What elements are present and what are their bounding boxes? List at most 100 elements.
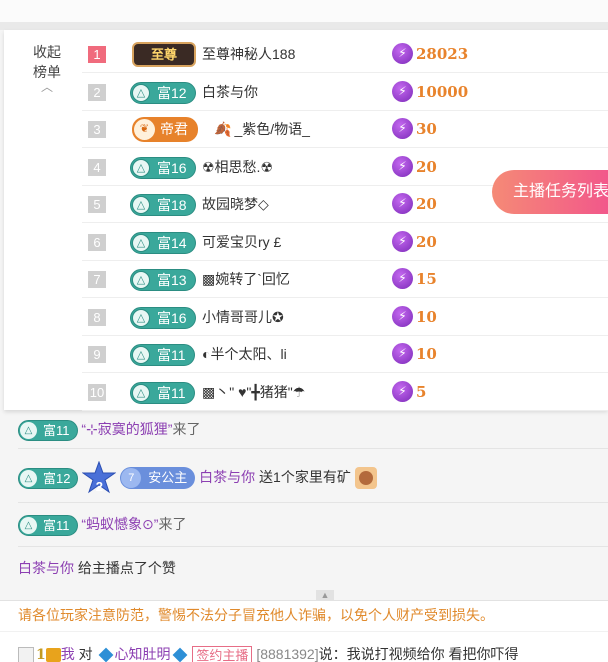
- badge-label: 富16: [157, 309, 187, 326]
- badge-label: 富11: [43, 517, 70, 533]
- contribution-amount: 10000: [416, 82, 469, 101]
- fu-badge: △ 富14: [130, 231, 196, 254]
- wealth-emblem-icon: △: [132, 158, 150, 177]
- ranking-row[interactable]: 8 △ 富16 小情哥哥儿✪ ⚡ 10: [82, 299, 608, 336]
- contribution-amount: 20: [416, 157, 437, 176]
- fu-badge: △ 富11: [130, 344, 195, 366]
- ranking-row[interactable]: 7 △ 富13 ▩婉转了`回忆 ⚡ 15: [82, 261, 608, 298]
- rank-number: 5: [88, 196, 106, 213]
- rank-username[interactable]: 🍂 _紫色/物语_: [214, 119, 310, 139]
- checkbox[interactable]: [18, 647, 34, 662]
- lightning-icon: ⚡: [392, 268, 413, 289]
- rank-username[interactable]: ☢相思愁.☢: [202, 157, 273, 177]
- wealth-emblem-icon: △: [132, 346, 150, 364]
- said-label: 说：: [318, 646, 347, 662]
- badge-label: 富16: [157, 159, 187, 176]
- contribution-amount: 15: [416, 270, 437, 288]
- chat-like-message: 白茶与你 给主播点了个赞: [18, 557, 176, 579]
- lightning-icon: ⚡: [392, 193, 413, 214]
- rank-username[interactable]: 至尊神秘人188: [202, 44, 295, 64]
- ranking-row[interactable]: 1 至尊 至尊神秘人188 ⚡ 28023: [82, 36, 608, 73]
- rank-number: 9: [88, 346, 106, 363]
- badge-label: 富12: [43, 470, 71, 486]
- leaf-icon: 🍂: [214, 121, 232, 137]
- wealth-emblem-icon: △: [132, 83, 150, 102]
- contribution-amount: 10: [416, 345, 437, 363]
- contribution-amount: 30: [416, 120, 437, 138]
- wealth-emblem-icon: △: [132, 383, 150, 402]
- ranking-panel: 收起 榜单 ︿ 1 至尊 至尊神秘人188 ⚡ 28023 2 △ 富12 白茶与你 ⚡ 10000…: [4, 30, 608, 411]
- chat-gift-message: △ 富12 2 7 安公主 白茶与你 送1个家里有矿: [18, 460, 377, 495]
- chat-username[interactable]: 白茶与你: [18, 560, 74, 576]
- ranking-row[interactable]: 6 △ 富14 可爱宝贝ry £ ⚡ 20: [82, 224, 608, 261]
- star-medal-icon: 2: [82, 461, 117, 495]
- divider: [18, 448, 608, 449]
- lightning-icon: ⚡: [392, 43, 413, 64]
- ranking-row[interactable]: 2 △ 富12 白茶与你 ⚡ 10000: [82, 74, 608, 111]
- zhizun-badge: 至尊: [132, 42, 196, 67]
- lightning-icon: ⚡: [392, 80, 413, 102]
- contribution-amount: 20: [416, 195, 437, 213]
- rank-username[interactable]: ▩婉转了`回忆: [202, 269, 290, 289]
- gift-icon: [354, 467, 377, 490]
- streamer-task-list-button[interactable]: 主播任务列表: [492, 170, 608, 214]
- badge-label: 富11: [157, 384, 186, 401]
- ranking-row[interactable]: 3 ❦ 帝君 🍂 _紫色/物语_ ⚡ 30: [82, 111, 608, 148]
- lightning-icon: ⚡: [392, 380, 413, 402]
- guard-badge: 7 安公主: [120, 467, 196, 490]
- wealth-emblem-icon: △: [132, 196, 150, 214]
- chat-entry-message: △ 富11 “⊹寂寞的狐狸”来了: [18, 418, 200, 441]
- rank-number: 1: [88, 46, 106, 63]
- guard-level-icon: 7: [121, 468, 142, 489]
- rank-username[interactable]: ◐半个太阳、li: [202, 344, 287, 364]
- collapse-label: 收起 榜单: [33, 44, 61, 80]
- chat-username[interactable]: “蚂蚁憾象⊙”: [81, 516, 158, 532]
- contribution-amount: 5: [416, 382, 427, 401]
- me-label: 我: [60, 646, 75, 662]
- fu-badge: △ 富16: [130, 306, 196, 329]
- medal-level: 2: [95, 479, 103, 495]
- rank-number: 3: [88, 121, 106, 138]
- expand-icon[interactable]: ▲: [316, 590, 334, 600]
- contribution-amount: 28023: [416, 45, 469, 63]
- wealth-emblem-icon: △: [20, 516, 37, 534]
- lightning-icon: ⚡: [392, 305, 413, 327]
- fu-badge: △ 富16: [130, 156, 196, 179]
- diamond-icon: [172, 647, 187, 662]
- target-username[interactable]: 心知肚明: [115, 646, 171, 662]
- badge-label: 帝君: [160, 121, 188, 137]
- chat-text: 来了: [172, 421, 201, 437]
- rank-number: 2: [88, 83, 106, 101]
- rank-username[interactable]: ▩丶" ♥"╋猪猪"☂: [202, 382, 305, 402]
- rank-username[interactable]: 可爱宝贝ry £: [202, 232, 281, 252]
- wealth-emblem-icon: △: [132, 271, 150, 289]
- username-text: _紫色/物语_: [234, 121, 310, 137]
- dijun-badge: ❦ 帝君: [132, 117, 198, 142]
- chat-username[interactable]: 白茶与你: [199, 469, 255, 485]
- chevron-up-icon: ︿: [40, 80, 53, 94]
- fu-badge: △ 富12: [130, 81, 196, 104]
- fu-badge: △ 富11: [130, 381, 195, 404]
- badge-label: 富18: [157, 197, 187, 213]
- rank-number: 6: [88, 233, 106, 251]
- rank-username[interactable]: 小情哥哥儿✪: [202, 307, 284, 327]
- my-chat-line: 1我 对 心知肚明 签约主播 [8881392]说：我说打视频给你 看把你吓得: [18, 642, 519, 662]
- rank-username[interactable]: 白茶与你: [202, 82, 258, 102]
- lightning-icon: ⚡: [392, 230, 413, 252]
- ranking-row[interactable]: 9 △ 富11 ◐半个太阳、li ⚡ 10: [82, 336, 608, 373]
- rank-number: 8: [88, 308, 106, 326]
- fu-badge: △ 富18: [130, 194, 196, 216]
- collapse-ranking-button[interactable]: 收起 榜单 ︿: [24, 42, 70, 94]
- badge-label: 富13: [157, 272, 187, 288]
- guard-label: 安公主: [148, 470, 188, 486]
- rank-username[interactable]: 故园晓梦◇: [202, 194, 269, 214]
- divider: [18, 546, 608, 547]
- ranking-row[interactable]: 10 △ 富11 ▩丶" ♥"╋猪猪"☂ ⚡ 5: [82, 374, 608, 411]
- chat-text: 送1个家里有矿: [259, 469, 351, 485]
- fu-badge: △ 富13: [130, 269, 196, 291]
- message-text: 我说打视频给你 看把你吓得: [346, 646, 519, 662]
- user-id: [8881392]: [256, 646, 319, 662]
- signed-streamer-tag: 签约主播: [192, 645, 253, 662]
- chat-username[interactable]: “⊹寂寞的狐狸”: [81, 421, 172, 437]
- chat-text: 来了: [158, 516, 187, 532]
